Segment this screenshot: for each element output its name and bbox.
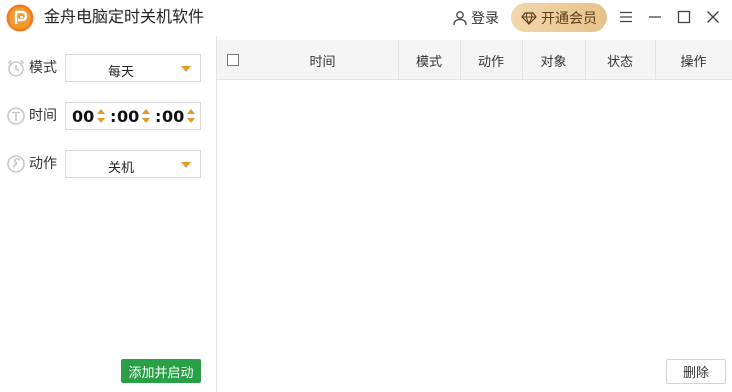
diamond-icon [521, 11, 537, 25]
maximize-button[interactable] [675, 8, 693, 26]
column-header-time[interactable]: 时间 [247, 40, 398, 80]
minimize-button[interactable] [646, 8, 664, 26]
time-separator: : [155, 107, 162, 126]
mode-select[interactable]: 每天 [65, 54, 201, 82]
vip-button[interactable]: 开通会员 [511, 3, 607, 32]
column-header-target[interactable]: 对象 [522, 40, 585, 80]
column-header-status[interactable]: 状态 [585, 40, 655, 80]
app-logo-icon [6, 4, 34, 32]
login-label: 登录 [471, 11, 499, 27]
action-select[interactable]: 关机 [65, 150, 201, 178]
title-bar: 金舟电脑定时关机软件 登录 开通会员 [0, 0, 732, 36]
select-all-checkbox[interactable] [227, 54, 239, 66]
column-header-operation[interactable]: 操作 [655, 40, 732, 80]
login-button[interactable]: 登录 [452, 7, 499, 29]
mode-row: 模式 [6, 54, 57, 82]
maximize-icon [677, 10, 691, 24]
hour-stepper[interactable] [97, 109, 105, 125]
close-icon [707, 11, 719, 23]
column-header-action[interactable]: 动作 [460, 40, 522, 80]
settings-panel: 模式 每天 时间 00 : 00 : 00 动作 关机 [0, 36, 216, 392]
action-row: 动作 [6, 150, 57, 178]
menu-icon [620, 11, 632, 23]
time-row: 时间 [6, 102, 57, 130]
add-and-start-button[interactable]: 添加并启动 [121, 359, 201, 383]
mode-value: 每天 [107, 65, 134, 80]
action-label: 动作 [29, 156, 57, 172]
menu-button[interactable] [617, 8, 635, 26]
second-stepper[interactable] [187, 109, 195, 125]
time-separator: : [110, 107, 117, 126]
chevron-down-icon [181, 66, 191, 72]
panel-divider [216, 36, 217, 392]
column-header-mode[interactable]: 模式 [398, 40, 460, 80]
vip-label: 开通会员 [541, 10, 597, 27]
close-button[interactable] [704, 8, 722, 26]
user-icon [453, 11, 467, 26]
delete-button[interactable]: 删除 [666, 359, 726, 384]
app-title: 金舟电脑定时关机软件 [44, 7, 205, 26]
time-input[interactable]: 00 : 00 : 00 [65, 102, 201, 130]
action-value: 关机 [107, 161, 134, 176]
time-label: 时间 [29, 108, 57, 124]
clock-icon [7, 107, 25, 125]
minute-field[interactable]: 00 [117, 107, 139, 126]
hour-field[interactable]: 00 [72, 107, 94, 126]
alarm-clock-icon [7, 59, 25, 77]
second-field[interactable]: 00 [162, 107, 184, 126]
chevron-down-icon [181, 162, 191, 168]
wrench-icon [7, 155, 25, 173]
mode-label: 模式 [29, 60, 57, 76]
minimize-icon [649, 16, 661, 18]
task-table-header: 时间 模式 动作 对象 状态 操作 [217, 40, 732, 80]
minute-stepper[interactable] [142, 109, 150, 125]
